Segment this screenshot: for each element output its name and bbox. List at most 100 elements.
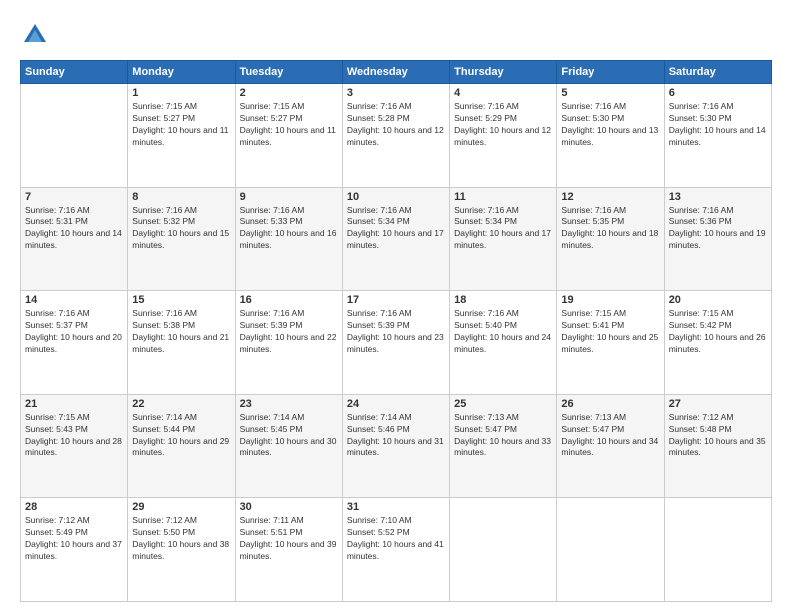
day-number: 2 [240, 87, 338, 99]
calendar-cell: 24Sunrise: 7:14 AMSunset: 5:46 PMDayligh… [342, 394, 449, 498]
day-info: Sunrise: 7:16 AMSunset: 5:28 PMDaylight:… [347, 101, 445, 149]
day-number: 17 [347, 294, 445, 306]
day-info: Sunrise: 7:16 AMSunset: 5:31 PMDaylight:… [25, 205, 123, 253]
calendar-cell: 30 Sunrise: 7:11 AMSunset: 5:51 PMDayligh… [235, 498, 342, 602]
calendar-week-3: 14Sunrise: 7:16 AMSunset: 5:37 PMDayligh… [21, 291, 772, 395]
day-number: 20 [669, 294, 767, 306]
day-number: 16 [240, 294, 338, 306]
calendar-header-thursday: Thursday [450, 61, 557, 84]
day-info: Sunrise: 7:16 AMSunset: 5:30 PMDaylight:… [669, 101, 767, 149]
day-info: Sunrise: 7:12 AMSunset: 5:48 PMDaylight:… [669, 412, 767, 460]
day-info: Sunrise: 7:14 AMSunset: 5:45 PMDaylight:… [240, 412, 338, 460]
calendar-header-friday: Friday [557, 61, 664, 84]
day-number: 9 [240, 191, 338, 203]
day-number: 23 [240, 398, 338, 410]
calendar-cell: 19 Sunrise: 7:15 AMSunset: 5:41 PMDayligh… [557, 291, 664, 395]
calendar-cell [557, 498, 664, 602]
day-info: Sunrise: 7:16 AMSunset: 5:34 PMDaylight:… [454, 205, 552, 253]
calendar-week-2: 7Sunrise: 7:16 AMSunset: 5:31 PMDaylight… [21, 187, 772, 291]
day-number: 27 [669, 398, 767, 410]
day-info: Sunrise: 7:16 AMSunset: 5:37 PMDaylight:… [25, 308, 123, 356]
calendar-cell: 26Sunrise: 7:13 AMSunset: 5:47 PMDayligh… [557, 394, 664, 498]
calendar-cell [450, 498, 557, 602]
calendar-cell: 13 Sunrise: 7:16 AMSunset: 5:36 PMDayligh… [664, 187, 771, 291]
calendar-cell: 25 Sunrise: 7:13 AMSunset: 5:47 PMDayligh… [450, 394, 557, 498]
day-info: Sunrise: 7:10 AMSunset: 5:52 PMDaylight:… [347, 515, 445, 563]
calendar-header-wednesday: Wednesday [342, 61, 449, 84]
calendar-cell: 14Sunrise: 7:16 AMSunset: 5:37 PMDayligh… [21, 291, 128, 395]
day-info: Sunrise: 7:16 AMSunset: 5:36 PMDaylight:… [669, 205, 767, 253]
day-info: Sunrise: 7:16 AMSunset: 5:29 PMDaylight:… [454, 101, 552, 149]
calendar-cell: 20 Sunrise: 7:15 AMSunset: 5:42 PMDayligh… [664, 291, 771, 395]
calendar-header-monday: Monday [128, 61, 235, 84]
logo-icon [20, 20, 50, 50]
calendar-cell: 6 Sunrise: 7:16 AMSunset: 5:30 PMDaylight… [664, 84, 771, 188]
day-number: 19 [561, 294, 659, 306]
calendar-cell: 3Sunrise: 7:16 AMSunset: 5:28 PMDaylight… [342, 84, 449, 188]
logo [20, 20, 54, 50]
calendar-week-1: 1 Sunrise: 7:15 AMSunset: 5:27 PMDaylight… [21, 84, 772, 188]
day-info: Sunrise: 7:14 AMSunset: 5:44 PMDaylight:… [132, 412, 230, 460]
calendar-cell: 11 Sunrise: 7:16 AMSunset: 5:34 PMDayligh… [450, 187, 557, 291]
day-number: 4 [454, 87, 552, 99]
day-info: Sunrise: 7:15 AMSunset: 5:42 PMDaylight:… [669, 308, 767, 356]
day-number: 18 [454, 294, 552, 306]
day-number: 22 [132, 398, 230, 410]
day-number: 31 [347, 501, 445, 513]
day-number: 24 [347, 398, 445, 410]
calendar-cell: 9Sunrise: 7:16 AMSunset: 5:33 PMDaylight… [235, 187, 342, 291]
calendar-header-sunday: Sunday [21, 61, 128, 84]
page: SundayMondayTuesdayWednesdayThursdayFrid… [0, 0, 792, 612]
day-number: 1 [132, 87, 230, 99]
calendar-cell: 8 Sunrise: 7:16 AMSunset: 5:32 PMDaylight… [128, 187, 235, 291]
calendar-cell: 28Sunrise: 7:12 AMSunset: 5:49 PMDayligh… [21, 498, 128, 602]
day-info: Sunrise: 7:16 AMSunset: 5:39 PMDaylight:… [240, 308, 338, 356]
calendar-cell: 1 Sunrise: 7:15 AMSunset: 5:27 PMDaylight… [128, 84, 235, 188]
calendar-cell [664, 498, 771, 602]
day-number: 5 [561, 87, 659, 99]
calendar-cell: 31 Sunrise: 7:10 AMSunset: 5:52 PMDayligh… [342, 498, 449, 602]
day-number: 30 [240, 501, 338, 513]
calendar-cell: 22 Sunrise: 7:14 AMSunset: 5:44 PMDayligh… [128, 394, 235, 498]
day-info: Sunrise: 7:16 AMSunset: 5:32 PMDaylight:… [132, 205, 230, 253]
calendar-cell [21, 84, 128, 188]
day-info: Sunrise: 7:15 AMSunset: 5:27 PMDaylight:… [132, 101, 230, 149]
day-number: 25 [454, 398, 552, 410]
day-number: 6 [669, 87, 767, 99]
day-info: Sunrise: 7:16 AMSunset: 5:39 PMDaylight:… [347, 308, 445, 356]
day-number: 26 [561, 398, 659, 410]
day-info: Sunrise: 7:15 AMSunset: 5:43 PMDaylight:… [25, 412, 123, 460]
calendar-cell: 10 Sunrise: 7:16 AMSunset: 5:34 PMDayligh… [342, 187, 449, 291]
header [20, 20, 772, 50]
day-info: Sunrise: 7:15 AMSunset: 5:41 PMDaylight:… [561, 308, 659, 356]
day-info: Sunrise: 7:13 AMSunset: 5:47 PMDaylight:… [454, 412, 552, 460]
day-number: 28 [25, 501, 123, 513]
calendar-cell: 21 Sunrise: 7:15 AMSunset: 5:43 PMDayligh… [21, 394, 128, 498]
calendar-cell: 2 Sunrise: 7:15 AMSunset: 5:27 PMDaylight… [235, 84, 342, 188]
day-number: 12 [561, 191, 659, 203]
calendar-cell: 5Sunrise: 7:16 AMSunset: 5:30 PMDaylight… [557, 84, 664, 188]
calendar-cell: 12Sunrise: 7:16 AMSunset: 5:35 PMDayligh… [557, 187, 664, 291]
day-number: 13 [669, 191, 767, 203]
day-info: Sunrise: 7:12 AMSunset: 5:50 PMDaylight:… [132, 515, 230, 563]
calendar-week-5: 28Sunrise: 7:12 AMSunset: 5:49 PMDayligh… [21, 498, 772, 602]
calendar-cell: 27 Sunrise: 7:12 AMSunset: 5:48 PMDayligh… [664, 394, 771, 498]
calendar-header-tuesday: Tuesday [235, 61, 342, 84]
day-number: 11 [454, 191, 552, 203]
calendar-cell: 16 Sunrise: 7:16 AMSunset: 5:39 PMDayligh… [235, 291, 342, 395]
day-number: 8 [132, 191, 230, 203]
day-number: 29 [132, 501, 230, 513]
day-number: 10 [347, 191, 445, 203]
day-info: Sunrise: 7:15 AMSunset: 5:27 PMDaylight:… [240, 101, 338, 149]
calendar-cell: 29 Sunrise: 7:12 AMSunset: 5:50 PMDayligh… [128, 498, 235, 602]
day-info: Sunrise: 7:16 AMSunset: 5:38 PMDaylight:… [132, 308, 230, 356]
day-info: Sunrise: 7:16 AMSunset: 5:34 PMDaylight:… [347, 205, 445, 253]
calendar-week-4: 21 Sunrise: 7:15 AMSunset: 5:43 PMDayligh… [21, 394, 772, 498]
day-info: Sunrise: 7:11 AMSunset: 5:51 PMDaylight:… [240, 515, 338, 563]
calendar-header-row: SundayMondayTuesdayWednesdayThursdayFrid… [21, 61, 772, 84]
calendar-table: SundayMondayTuesdayWednesdayThursdayFrid… [20, 60, 772, 602]
day-number: 21 [25, 398, 123, 410]
day-number: 15 [132, 294, 230, 306]
calendar-cell: 18Sunrise: 7:16 AMSunset: 5:40 PMDayligh… [450, 291, 557, 395]
calendar-cell: 15 Sunrise: 7:16 AMSunset: 5:38 PMDayligh… [128, 291, 235, 395]
